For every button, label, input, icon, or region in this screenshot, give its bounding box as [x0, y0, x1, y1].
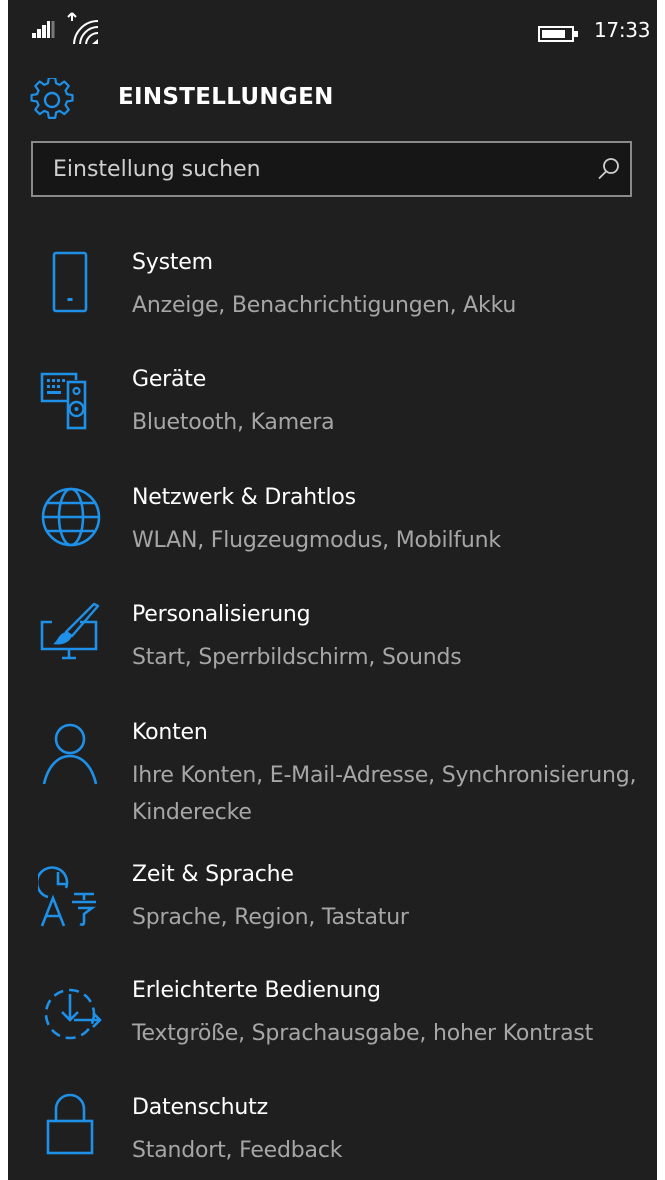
- settings-screen: 17:33 EINSTELLUNGEN System Anzeig: [8, 0, 657, 1180]
- settings-item-label: Konten: [132, 720, 208, 745]
- settings-item-label: Netzwerk & Drahtlos: [132, 485, 356, 510]
- settings-item-devices[interactable]: Geräte Bluetooth, Kamera: [8, 367, 657, 439]
- ease-of-access-icon: [38, 980, 102, 1044]
- settings-item-label: Geräte: [132, 367, 207, 392]
- status-bar: 17:33: [8, 0, 657, 64]
- time-language-icon: [38, 864, 102, 928]
- settings-item-system[interactable]: System Anzeige, Benachrichtigungen, Akku: [8, 250, 657, 322]
- settings-item-label: Personalisierung: [132, 602, 311, 627]
- settings-item-label: System: [132, 250, 213, 275]
- settings-item-subtext: Standort, Feedback: [132, 1138, 343, 1163]
- phone-icon: [38, 250, 102, 314]
- devices-icon: [38, 367, 102, 431]
- settings-item-personalization[interactable]: Personalisierung Start, Sperrbildschirm,…: [8, 602, 657, 674]
- settings-item-time-language[interactable]: Zeit & Sprache Sprache, Region, Tastatur: [8, 862, 657, 934]
- wifi-icon: [64, 12, 100, 44]
- settings-item-subtext: Textgröße, Sprachausgabe, hoher Kontrast: [132, 1021, 594, 1046]
- page-title: EINSTELLUNGEN: [118, 84, 334, 110]
- settings-item-ease-of-access[interactable]: Erleichterte Bedienung Textgröße, Sprach…: [8, 978, 657, 1050]
- settings-item-subtext: Sprache, Region, Tastatur: [132, 905, 409, 930]
- settings-item-label: Erleichterte Bedienung: [132, 978, 381, 1003]
- battery-icon: [538, 26, 580, 42]
- person-icon: [38, 722, 102, 786]
- settings-item-label: Zeit & Sprache: [132, 862, 294, 887]
- settings-item-subtext: Anzeige, Benachrichtigungen, Akku: [132, 293, 517, 318]
- settings-item-label: Datenschutz: [132, 1095, 268, 1120]
- paintbrush-icon: [38, 602, 102, 666]
- gear-icon: [30, 78, 74, 122]
- signal-strength-icon: [32, 20, 56, 38]
- settings-item-subtext: WLAN, Flugzeugmodus, Mobilfunk: [132, 528, 501, 553]
- settings-item-subtext: Start, Sperrbildschirm, Sounds: [132, 645, 462, 670]
- globe-icon: [38, 485, 102, 549]
- page-header: EINSTELLUNGEN: [8, 70, 657, 130]
- settings-item-subtext: Bluetooth, Kamera: [132, 410, 335, 435]
- search-icon[interactable]: [596, 156, 622, 182]
- status-time: 17:33: [594, 18, 651, 42]
- search-input[interactable]: [33, 143, 593, 195]
- search-box[interactable]: [31, 141, 632, 197]
- settings-item-accounts[interactable]: Konten Ihre Konten, E-Mail-Adresse, Sync…: [8, 720, 657, 828]
- settings-item-privacy[interactable]: Datenschutz Standort, Feedback: [8, 1093, 657, 1167]
- lock-icon: [38, 1091, 102, 1155]
- settings-item-network[interactable]: Netzwerk & Drahtlos WLAN, Flugzeugmodus,…: [8, 485, 657, 557]
- settings-item-subtext: Ihre Konten, E-Mail-Adresse, Synchronisi…: [132, 763, 637, 825]
